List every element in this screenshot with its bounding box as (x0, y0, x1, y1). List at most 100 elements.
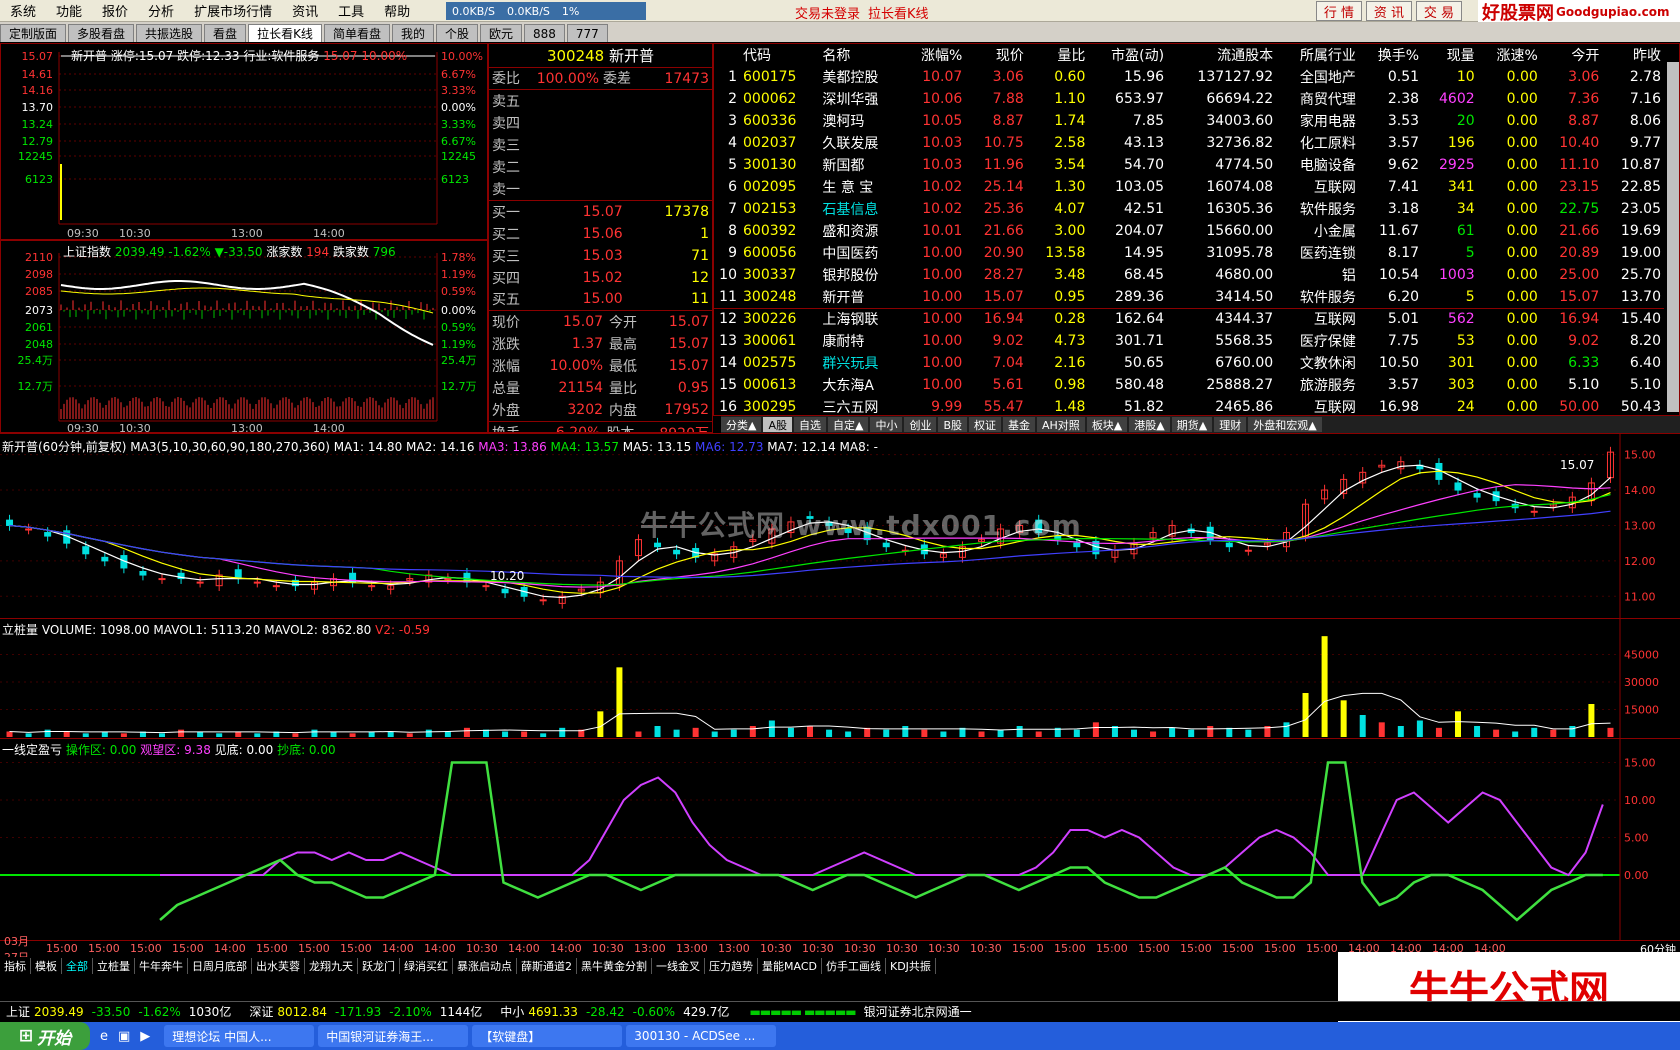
quote-row[interactable]: 15 000613 大东海A 10.00 5.61 0.98 580.48 25888.27 旅… (714, 374, 1664, 396)
start-button[interactable]: ⊞ 开始 (0, 1022, 90, 1050)
quote-header-1[interactable]: 名称 (819, 44, 902, 66)
quote-header-8[interactable]: 换手% (1359, 44, 1422, 66)
layout-tab-5[interactable]: 简单看盘 (323, 24, 390, 42)
category-tab-3[interactable]: 自定▲ (828, 417, 869, 432)
quote-row[interactable]: 11 300248 新开普 10.00 15.07 0.95 289.36 3414.50 软件… (714, 286, 1664, 308)
quote-row[interactable]: 1 600175 美都控股 10.07 3.06 0.60 15.96 137127.92 全国… (714, 66, 1664, 88)
formula-tab-4[interactable]: 牛年奔牛 (135, 957, 188, 974)
quote-button[interactable]: 行 情 (1316, 1, 1362, 21)
layout-tab-8[interactable]: 欧元 (479, 24, 522, 42)
formula-tab-9[interactable]: 绿消买红 (400, 957, 453, 974)
quote-row[interactable]: 5 300130 新国都 10.03 11.96 3.54 54.70 4774.50 电脑设备… (714, 154, 1664, 176)
layout-tab-3[interactable]: 看盘 (204, 24, 247, 42)
quote-header-11[interactable]: 今开 (1541, 44, 1603, 66)
quote-header-4[interactable]: 量比 (1027, 44, 1089, 66)
menu-item-5[interactable]: 资讯 (282, 1, 328, 20)
quote-header-7[interactable]: 所属行业 (1276, 44, 1359, 66)
formula-tab-0[interactable]: 指标 (0, 957, 31, 974)
category-tab-2[interactable]: 自选 (794, 417, 826, 432)
layout-tab-7[interactable]: 个股 (435, 24, 478, 42)
quote-scrollbar[interactable] (1667, 62, 1679, 412)
menu-item-2[interactable]: 报价 (92, 1, 138, 20)
intraday-stock-chart[interactable]: 15.07 10.00% 14.61 6.67% 14.16 3.33% 13.70 0.00… (0, 43, 488, 240)
category-tab-7[interactable]: 权证 (969, 417, 1002, 432)
layout-tab-4[interactable]: 拉长看K线 (248, 24, 322, 42)
quote-row[interactable]: 4 002037 久联发展 10.03 10.75 2.58 43.13 32736.82 化工… (714, 132, 1664, 154)
formula-tab-8[interactable]: 跃龙门 (358, 957, 400, 974)
formula-tab-10[interactable]: 暴涨启动点 (453, 957, 517, 974)
layout-tab-9[interactable]: 888 (524, 24, 565, 42)
quote-header-12[interactable]: 昨收 (1602, 44, 1664, 66)
task-forum[interactable]: 理想论坛 中国人... (164, 1025, 315, 1047)
quote-header-10[interactable]: 涨速% (1478, 44, 1541, 66)
task-broker[interactable]: 中国银河证券海王... (318, 1025, 469, 1047)
formula-tab-1[interactable]: 模板 (31, 957, 62, 974)
formula-tab-12[interactable]: 黑牛黄金分割 (577, 957, 652, 974)
trade-login-link[interactable]: 交易未登录 (795, 3, 860, 22)
quicklaunch-media-icon[interactable]: ▶ (140, 1029, 150, 1044)
category-tab-12[interactable]: 期货▲ (1171, 417, 1213, 432)
layout-tab-10[interactable]: 777 (566, 24, 608, 42)
quote-row[interactable]: 10 300337 银邦股份 10.00 28.27 3.48 68.45 4680.00 铝 1… (714, 264, 1664, 286)
trade-button[interactable]: 交 易 (1416, 1, 1462, 21)
layout-tab-1[interactable]: 多股看盘 (68, 24, 135, 42)
quote-row[interactable]: 13 300061 康耐特 10.00 9.02 4.73 301.71 5568.35 医疗保… (714, 330, 1664, 352)
category-tab-9[interactable]: AH对照 (1037, 417, 1085, 432)
formula-tab-17[interactable]: KDJ共振 (886, 957, 936, 974)
layout-tab-0[interactable]: 定制版面 (0, 24, 67, 42)
category-tab-10[interactable]: 板块▲ (1086, 417, 1128, 432)
quote-header-6[interactable]: 流通股本 (1167, 44, 1276, 66)
quote-row[interactable]: 6 002095 生 意 宝 10.02 25.14 1.30 103.05 16074.08… (714, 176, 1664, 198)
news-button[interactable]: 资 讯 (1366, 1, 1412, 21)
menu-item-7[interactable]: 帮助 (374, 1, 420, 20)
formula-tab-7[interactable]: 龙翔九天 (305, 957, 358, 974)
quote-row[interactable]: 14 002575 群兴玩具 10.00 7.04 2.16 50.65 6760.00 文教休… (714, 352, 1664, 374)
indicator-chart[interactable]: 15.00 10.00 5.00 0.00 一线定盈亏 操作区: 0.00 观望区: … (0, 738, 1680, 941)
quote-row[interactable]: 12 300226 上海钢联 10.00 16.94 0.28 162.64 4344.37 互… (714, 308, 1664, 330)
quicklaunch-desktop-icon[interactable]: ▣ (118, 1029, 130, 1044)
quote-row[interactable]: 8 600392 盛和资源 10.01 21.66 3.00 204.07 15660.00 小… (714, 220, 1664, 242)
formula-tab-14[interactable]: 压力趋势 (705, 957, 758, 974)
category-tab-13[interactable]: 理财 (1214, 417, 1247, 432)
quote-header-0[interactable]: 代码 (740, 44, 819, 66)
category-tab-14[interactable]: 外盘和宏观▲ (1248, 417, 1322, 432)
quote-header-3[interactable]: 现价 (965, 44, 1027, 66)
category-tab-6[interactable]: B股 (938, 417, 968, 432)
quote-list[interactable]: 代码 名称 涨幅% 现价 量比 市盈(动) 流通股本 所属行业 换手% 现量 涨速% 今开 昨收 1 600… (713, 43, 1680, 416)
menu-item-6[interactable]: 工具 (328, 1, 374, 20)
category-tab-5[interactable]: 创业 (904, 417, 937, 432)
formula-tab-3[interactable]: 立桩量 (93, 957, 135, 974)
formula-tab-16[interactable]: 仿手工画线 (822, 957, 886, 974)
menu-item-0[interactable]: 系统 (0, 1, 46, 20)
formula-tab-13[interactable]: 一线金叉 (652, 957, 705, 974)
quicklaunch-ie-icon[interactable]: e (100, 1029, 108, 1044)
volume-chart[interactable]: 45000 30000 15000 立桩量 VOLUME: 1098.00 MAVO… (0, 618, 1680, 739)
quote-row[interactable]: 16 300295 三六五网 9.99 55.47 1.48 51.82 2465.86 互联网… (714, 396, 1664, 415)
category-tab-8[interactable]: 基金 (1003, 417, 1036, 432)
formula-tab-11[interactable]: 薛斯通道2 (517, 957, 577, 974)
category-tab-1[interactable]: A股 (763, 417, 792, 432)
task-keyboard[interactable]: 【软键盘】 (472, 1025, 623, 1047)
layout-tab-2[interactable]: 共振选股 (136, 24, 203, 42)
menu-item-1[interactable]: 功能 (46, 1, 92, 20)
category-tab-0[interactable]: 分类▲ (721, 417, 762, 432)
category-tab-4[interactable]: 中小 (870, 417, 903, 432)
task-acdsee[interactable]: 300130 - ACDSee ... (626, 1025, 777, 1047)
kline-link[interactable]: 拉长看K线 (868, 3, 929, 22)
quote-header-2[interactable]: 涨幅% (902, 44, 965, 66)
menu-item-4[interactable]: 扩展市场行情 (184, 1, 282, 20)
category-tab-11[interactable]: 港股▲ (1129, 417, 1170, 432)
formula-tab-2[interactable]: 全部 (62, 957, 93, 974)
layout-tab-6[interactable]: 我的 (391, 24, 434, 42)
quote-header-9[interactable]: 现量 (1422, 44, 1478, 66)
menu-item-3[interactable]: 分析 (138, 1, 184, 20)
quote-row[interactable]: 3 600336 澳柯玛 10.05 8.87 1.74 7.85 34003.60 家用电器 3… (714, 110, 1664, 132)
quote-row[interactable]: 2 000062 深圳华强 10.06 7.88 1.10 653.97 66694.22 商贸… (714, 88, 1664, 110)
formula-tab-5[interactable]: 日周月底部 (188, 957, 252, 974)
quote-row[interactable]: 7 002153 石基信息 10.02 25.36 4.07 42.51 16305.36 软件… (714, 198, 1664, 220)
kline-chart[interactable]: 15.00 14.00 13.00 12.00 11.00 新开普(60分钟,前复权) … (0, 433, 1680, 619)
index-intraday-chart[interactable]: 2110 1.78% 2098 1.19% 2085 0.59% 2073 0.00% 2061… (0, 240, 488, 435)
quote-header-5[interactable]: 市盈(动) (1088, 44, 1167, 66)
quote-row[interactable]: 9 600056 中国医药 10.00 20.90 13.58 14.95 31095.78 医… (714, 242, 1664, 264)
formula-tab-6[interactable]: 出水芙蓉 (252, 957, 305, 974)
